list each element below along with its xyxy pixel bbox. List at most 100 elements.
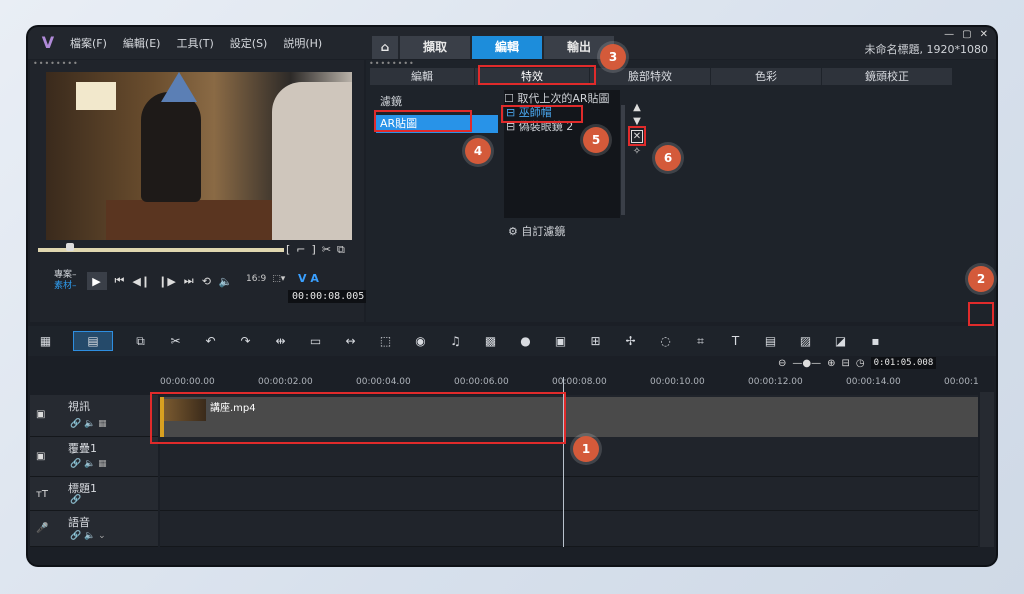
rotate-icon[interactable]: ◌	[648, 334, 683, 348]
category-filter[interactable]: 濾鏡	[376, 93, 498, 111]
repeat-icon[interactable]: ⟲	[202, 275, 211, 288]
timeline-view-icon[interactable]: ▤	[73, 331, 113, 351]
export-icon[interactable]: ▤	[753, 334, 788, 348]
track-manager-icon[interactable]: ⧉	[123, 334, 158, 349]
track-name: 標題1	[68, 482, 97, 495]
timeline-scrollbar[interactable]	[980, 392, 994, 547]
color-icon[interactable]: ◉	[403, 334, 438, 348]
close-button[interactable]: ✕	[980, 29, 988, 40]
next-frame-icon[interactable]: ❙▶	[158, 275, 176, 288]
copy-icon[interactable]: ⧉	[337, 243, 345, 257]
track-name: 覆疊1	[68, 442, 97, 455]
fit-timeline-icon[interactable]: ⊟	[842, 358, 850, 369]
aspect-selector[interactable]: 16:9 ⬚▾	[246, 274, 285, 284]
effect-icon[interactable]: ◪	[823, 334, 858, 348]
track-controls[interactable]: 🔗	[70, 495, 81, 505]
undo-icon[interactable]: ↶	[193, 334, 228, 348]
trim-icon[interactable]: ⌐	[296, 243, 305, 257]
menu-tools[interactable]: 工具(T)	[176, 35, 213, 51]
motion-icon[interactable]: ⬚	[368, 334, 403, 348]
ruler-tick: 00:00:12.00	[748, 377, 803, 387]
overlay-track-icon: ▣	[36, 451, 46, 462]
voice-lane[interactable]	[160, 511, 978, 547]
record-icon[interactable]: ▭	[298, 334, 333, 348]
subtab-face-effects[interactable]: 臉部特效	[590, 68, 710, 85]
track-controls[interactable]: 🔗 🔈 ▦	[70, 419, 107, 429]
gif-icon[interactable]: ▪	[858, 334, 893, 348]
ruler-tick: 00:00:08.00	[552, 377, 607, 387]
tab-home[interactable]: ⌂	[372, 36, 398, 59]
ar-scrollbar[interactable]	[621, 105, 625, 215]
tab-capture[interactable]: 擷取	[400, 36, 470, 59]
ruler-tick: 00:00:04.00	[356, 377, 411, 387]
track-header-overlay[interactable]: ▣ 覆疊1 🔗 🔈 ▦	[30, 437, 158, 477]
fx-icon[interactable]: ⌗	[683, 334, 718, 349]
track-header-title[interactable]: тT 標題1 🔗	[30, 477, 158, 511]
title-track-icon: тT	[36, 489, 48, 500]
maximize-button[interactable]: ▢	[962, 29, 971, 40]
text-3d-icon[interactable]: T	[718, 334, 753, 348]
zoom-slider[interactable]: —●—	[792, 358, 821, 369]
scrub-bar[interactable]	[38, 248, 284, 252]
split-icon[interactable]: ✂	[322, 243, 331, 257]
aspect-ratio[interactable]: 16:9	[246, 274, 266, 284]
ruler-tick: 00:00:14.00	[846, 377, 901, 387]
track-header-video[interactable]: ▣ 視訊 🔗 🔈 ▦	[30, 395, 158, 437]
subtab-color[interactable]: 色彩	[711, 68, 821, 85]
track-header-voice[interactable]: 🎤 語音 🔗 🔈 ⌄	[30, 511, 158, 547]
crop-icon[interactable]: ⬚▾	[272, 274, 285, 284]
fit-icon[interactable]: ⇹	[263, 334, 298, 348]
mark-out-icon[interactable]: ]	[312, 243, 316, 257]
custom-filter-label: 自訂濾鏡	[521, 225, 566, 238]
audio-icon[interactable]: ♫	[438, 334, 473, 348]
end-icon[interactable]: ⏭	[184, 274, 194, 288]
title-lane[interactable]	[160, 477, 978, 511]
play-button[interactable]: ▶	[86, 272, 107, 290]
track-controls[interactable]: 🔗 🔈 ▦	[70, 459, 107, 469]
grid-icon[interactable]: ⊞	[578, 334, 613, 348]
drag-handle[interactable]: ••••••••	[30, 60, 364, 68]
checkbox-icon[interactable]: ☐	[504, 92, 517, 105]
subtitle-icon[interactable]: ▣	[543, 334, 578, 348]
voice-track-icon: 🎤	[36, 523, 49, 534]
prev-frame-icon[interactable]: ◀❙	[132, 275, 150, 288]
redo-icon[interactable]: ↷	[228, 334, 263, 348]
replace-checkbox[interactable]: ☐ 取代上次的AR貼圖	[504, 90, 610, 106]
track-controls[interactable]: 🔗 🔈 ⌄	[70, 531, 106, 541]
mask-icon[interactable]: ▩	[473, 334, 508, 348]
custom-filter[interactable]: ⚙ 自訂濾鏡	[508, 223, 565, 239]
zoom-out-icon[interactable]: ⊖	[778, 358, 786, 369]
timeline-ruler[interactable]: 00:00:00.00 00:00:02.00 00:00:04.00 00:0…	[160, 375, 980, 392]
mark-in-icon[interactable]: [	[286, 243, 290, 257]
preview-timecode[interactable]: 00:00:08.005	[288, 290, 369, 303]
annotation-2: 2	[968, 266, 994, 292]
blend-icon[interactable]: ●	[508, 334, 543, 348]
subtab-lens[interactable]: 鏡頭校正	[822, 68, 952, 85]
tools-icon[interactable]: ✂	[158, 334, 193, 348]
split-screen-icon[interactable]: ↔	[333, 334, 368, 348]
zoom-in-icon[interactable]: ⊕	[827, 358, 835, 369]
menu-settings[interactable]: 設定(S)	[230, 35, 268, 51]
scrub-handle[interactable]	[66, 243, 74, 251]
volume-icon[interactable]: 🔈	[219, 275, 233, 288]
storyboard-view-icon[interactable]: ▦	[28, 334, 63, 348]
menu-edit[interactable]: 編輯(E)	[123, 35, 161, 51]
minimize-button[interactable]: —	[944, 29, 954, 40]
image-icon[interactable]: ▨	[788, 334, 823, 348]
timeline-toolbar: ▦ ▤ ⧉ ✂ ↶ ↷ ⇹ ▭ ↔ ⬚ ◉ ♫ ▩ ● ▣ ⊞ ✢ ◌ ⌗ T …	[28, 326, 996, 356]
track-name: 視訊	[68, 400, 90, 413]
va-toggle[interactable]: V A	[298, 272, 319, 285]
project-clip-mode[interactable]: 專案– 素材–	[54, 270, 77, 292]
stabilize-icon[interactable]: ✢	[613, 334, 648, 348]
menu-help[interactable]: 説明(H)	[283, 35, 322, 51]
settings-icon[interactable]: ✧	[633, 146, 641, 157]
clip-mode-label[interactable]: 素材–	[54, 281, 77, 292]
home-icon[interactable]: ⏮	[115, 274, 125, 288]
ruler-tick: 00:00:06.00	[454, 377, 509, 387]
tab-edit[interactable]: 編輯	[472, 36, 542, 59]
move-up-icon[interactable]: ▲	[633, 102, 641, 113]
menu-file[interactable]: 檔案(F)	[70, 35, 107, 51]
subtab-edit[interactable]: 編輯	[370, 68, 474, 85]
project-mode-label[interactable]: 專案–	[54, 270, 77, 281]
fx-drag-handle[interactable]: ••••••••	[366, 60, 994, 68]
